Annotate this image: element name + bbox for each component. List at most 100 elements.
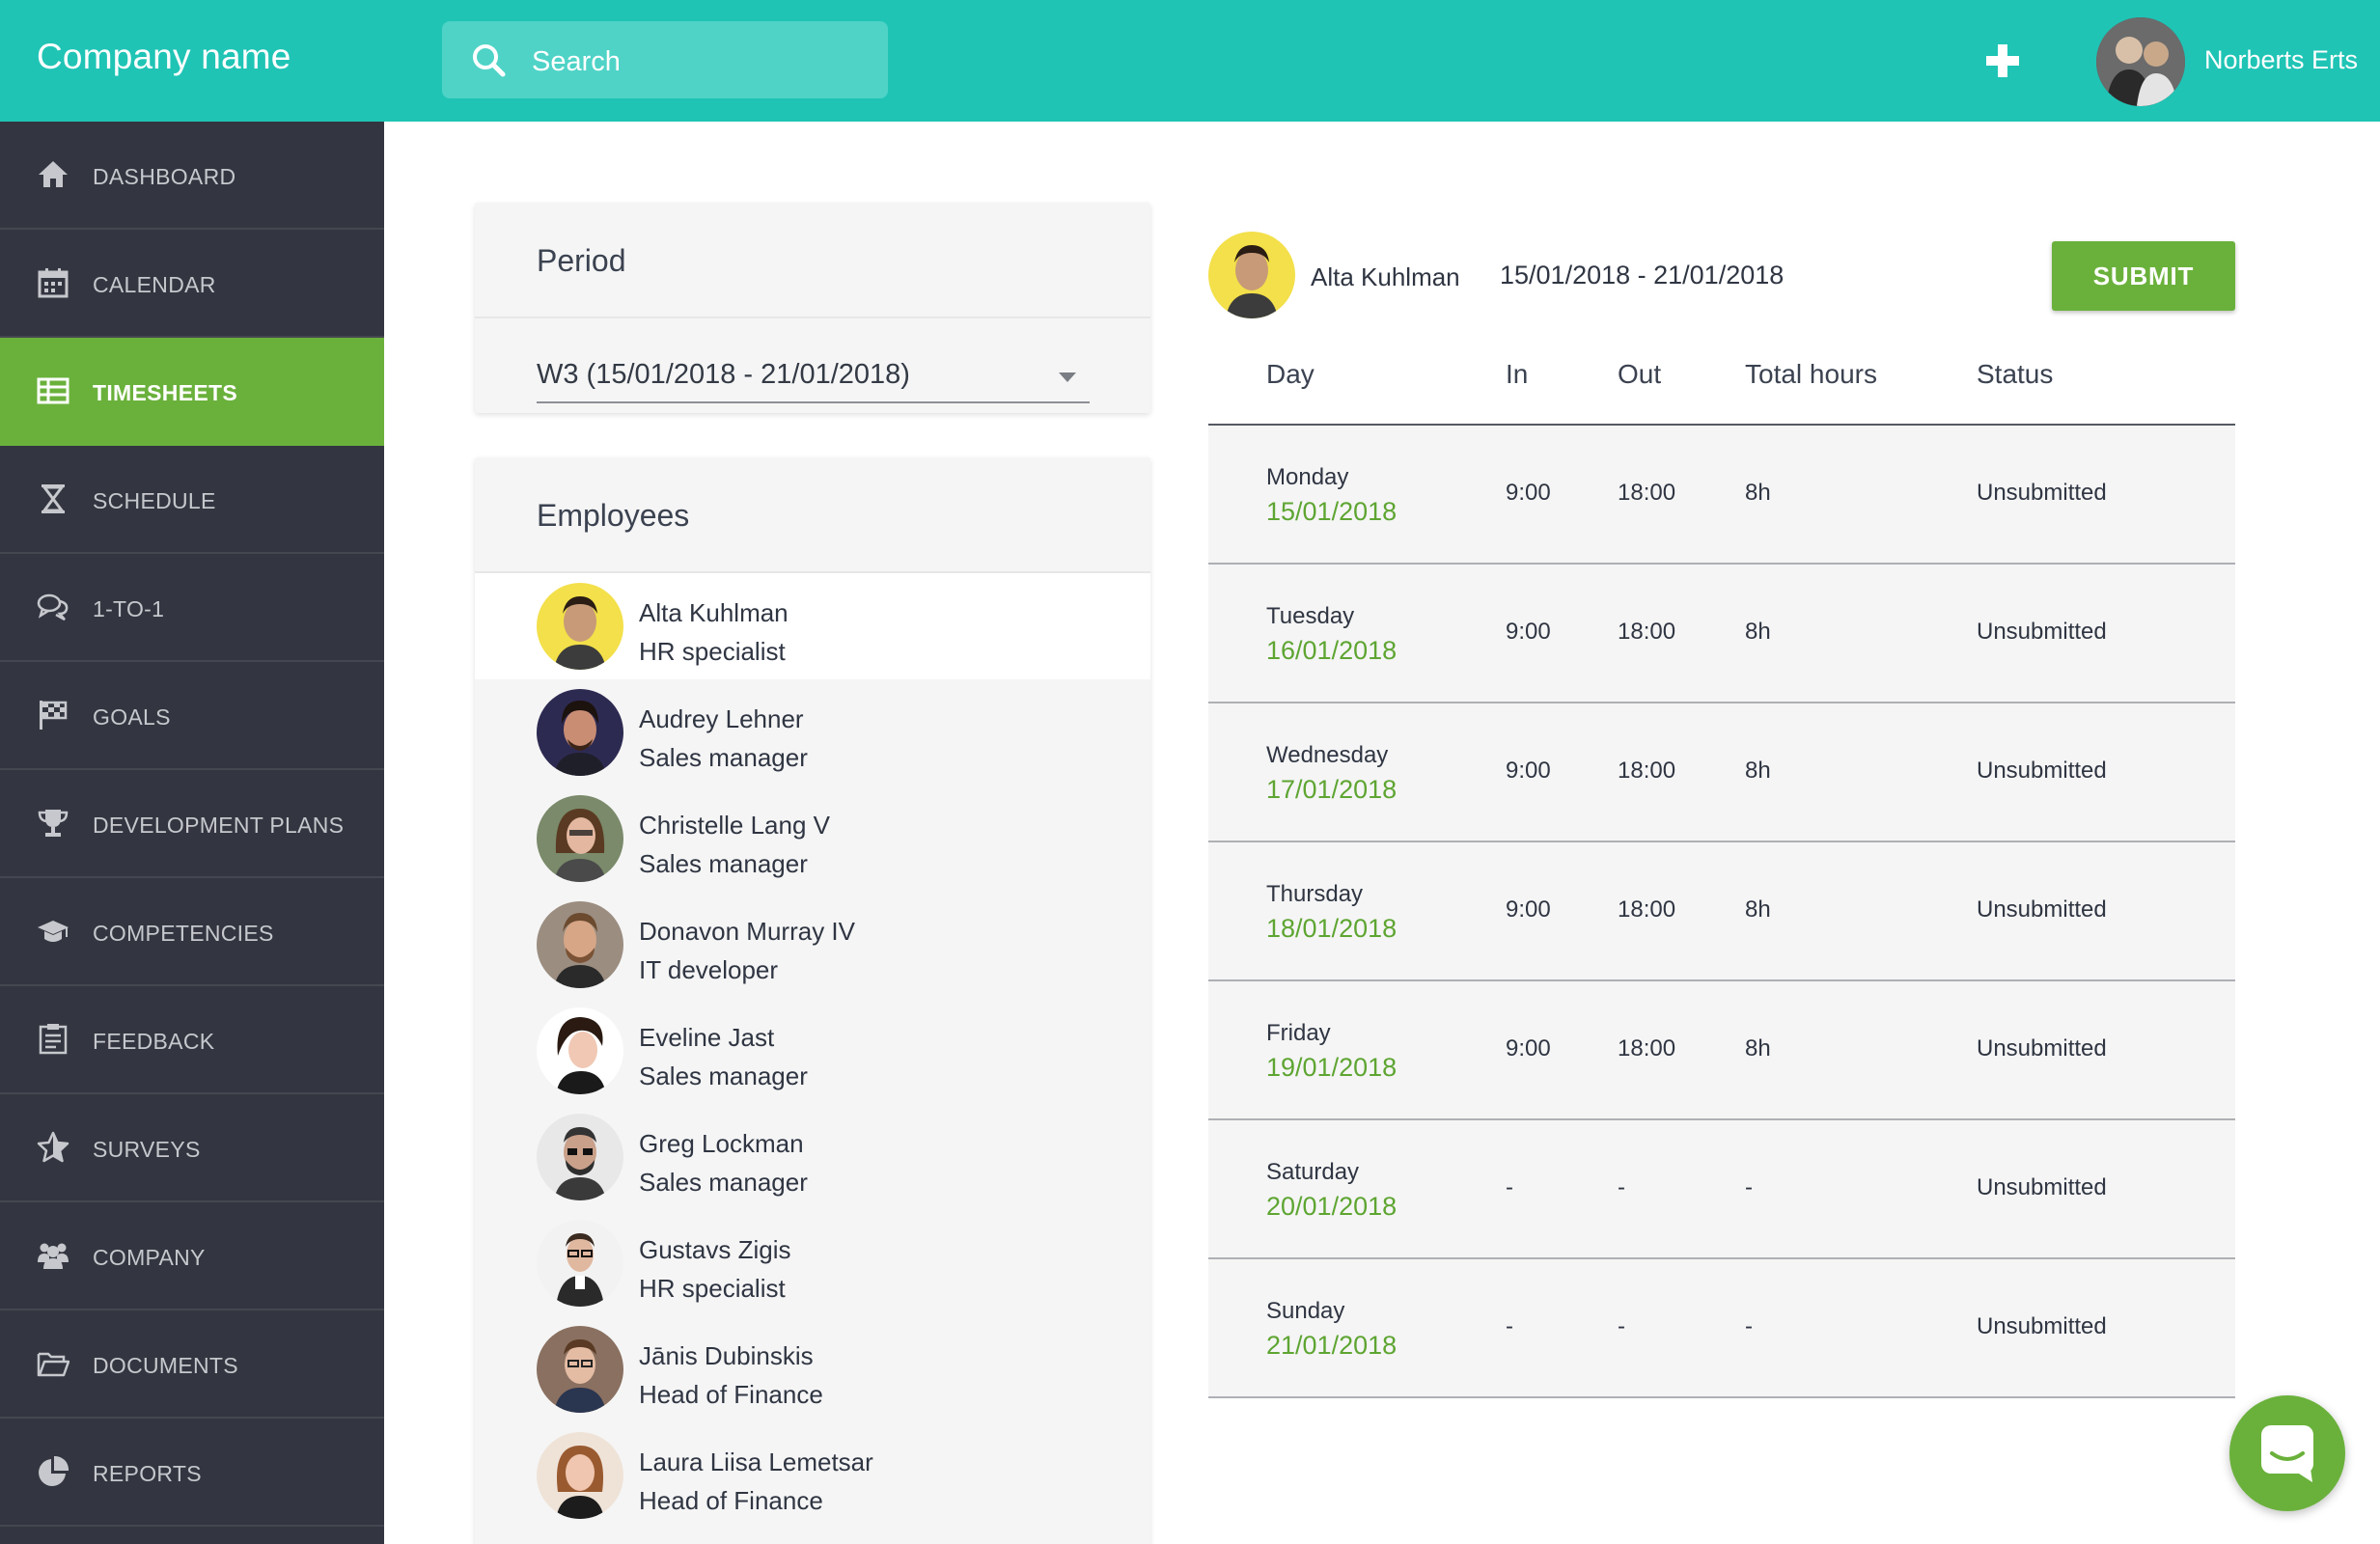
top-bar: Company name Search Norberts Erts [0,0,2380,122]
row-out: 18:00 [1618,758,1676,784]
sidebar-item-development-plans[interactable]: DEVELOPMENT PLANS [0,770,384,878]
table-row[interactable]: Monday 15/01/2018 9:00 18:00 8h Unsubmit… [1208,426,2235,565]
row-status: Unsubmitted [1977,1035,2107,1062]
users-icon [38,1243,69,1269]
employee-item[interactable]: Christelle Lang V Sales manager [475,786,1150,892]
sidebar-item-competencies[interactable]: COMPETENCIES [0,878,384,986]
sidebar-item-label: CALENDAR [93,272,216,297]
sidebar-item-label: FEEDBACK [93,1029,215,1054]
avatar [537,1326,623,1413]
user-name[interactable]: Norberts Erts [2204,45,2358,75]
sidebar-item-dashboard[interactable]: DASHBOARD [0,122,384,230]
row-out: 18:00 [1618,619,1676,645]
employee-name: Eveline Jast [639,1023,775,1052]
employee-name: Laura Liisa Lemetsar [639,1448,873,1476]
employee-name: Audrey Lehner [639,704,804,733]
table-row[interactable]: Friday 19/01/2018 9:00 18:00 8h Unsubmit… [1208,981,2235,1120]
row-date: 15/01/2018 [1266,497,1398,526]
row-in: 9:00 [1506,1035,1551,1062]
column-header-out: Out [1618,359,1662,389]
employees-panel: Employees Alta Kuhlman HR specialist Aud… [475,457,1150,1544]
row-out: 18:00 [1618,896,1676,923]
sidebar: DASHBOARD CALENDAR TIMESHEETS SCHEDULE 1… [0,122,384,1544]
employee-role: Head of Finance [639,1380,823,1409]
company-name[interactable]: Company name [37,37,291,77]
sidebar-item-label: DOCUMENTS [93,1353,238,1378]
table-icon [37,377,69,404]
employee-item[interactable]: Audrey Lehner Sales manager [475,679,1150,786]
row-status: Unsubmitted [1977,480,2107,506]
sidebar-item-reports[interactable]: REPORTS [0,1419,384,1527]
row-status: Unsubmitted [1977,1313,2107,1339]
employee-name: Christelle Lang V [639,811,830,840]
row-in: 9:00 [1506,480,1551,506]
employee-role: Sales manager [639,849,808,878]
row-in: 9:00 [1506,896,1551,923]
avatar [537,583,623,670]
employee-item[interactable]: Alta Kuhlman HR specialist [475,573,1150,679]
sidebar-item-calendar[interactable]: CALENDAR [0,230,384,338]
search-box[interactable]: Search [442,21,888,98]
employee-item[interactable]: Eveline Jast Sales manager [475,998,1150,1104]
table-row[interactable]: Thursday 18/01/2018 9:00 18:00 8h Unsubm… [1208,842,2235,981]
period-panel: Period W3 (15/01/2018 - 21/01/2018) [475,203,1150,413]
table-row[interactable]: Saturday 20/01/2018 - - - Unsubmitted [1208,1120,2235,1259]
sidebar-item-schedule[interactable]: SCHEDULE [0,446,384,554]
row-status: Unsubmitted [1977,896,2107,923]
row-total: 8h [1745,1035,1771,1062]
row-day: Monday [1266,464,1349,490]
chat-icon [2261,1425,2313,1482]
sidebar-item-feedback[interactable]: FEEDBACK [0,986,384,1094]
avatar [537,795,623,882]
pie-chart-icon [39,1455,69,1486]
calendar-icon [38,268,69,298]
column-header-status: Status [1977,359,2054,389]
avatar [537,689,623,776]
employee-role: Sales manager [639,1168,808,1197]
divider [475,317,1150,318]
sidebar-item-goals[interactable]: GOALS [0,662,384,770]
chat-button[interactable] [2229,1395,2345,1511]
employee-item[interactable]: Gustavs Zigis HR specialist [475,1210,1150,1316]
submit-button[interactable]: SUBMIT [2052,241,2235,311]
table-row[interactable]: Tuesday 16/01/2018 9:00 18:00 8h Unsubmi… [1208,565,2235,703]
employee-item[interactable]: Greg Lockman Sales manager [475,1104,1150,1210]
row-total: - [1745,1174,1753,1200]
employee-name: Gustavs Zigis [639,1235,791,1264]
row-status: Unsubmitted [1977,758,2107,784]
employee-role: Sales manager [639,1062,808,1090]
period-select-value: W3 (15/01/2018 - 21/01/2018) [537,359,910,390]
employee-item[interactable]: Jānis Dubinskis Head of Finance [475,1316,1150,1422]
sidebar-item-1-to-1[interactable]: 1-TO-1 [0,554,384,662]
user-avatar[interactable] [2096,17,2185,106]
row-out: 18:00 [1618,480,1676,506]
search-icon [473,44,506,77]
flag-icon [40,701,68,730]
timesheet-employee-name: Alta Kuhlman [1311,262,1460,291]
search-input[interactable]: Search [532,46,621,78]
employee-item[interactable]: Laura Liisa Lemetsar Head of Finance [475,1422,1150,1529]
sidebar-item-timesheets[interactable]: TIMESHEETS [0,338,384,446]
row-date: 16/01/2018 [1266,636,1398,665]
add-icon[interactable] [1982,41,2023,81]
employee-name: Greg Lockman [639,1129,804,1158]
sidebar-item-documents[interactable]: DOCUMENTS [0,1310,384,1419]
row-total: 8h [1745,896,1771,923]
employee-name: Jānis Dubinskis [639,1341,814,1370]
avatar [1208,232,1295,318]
row-day: Tuesday [1266,603,1355,629]
period-select[interactable]: W3 (15/01/2018 - 21/01/2018) [537,351,1090,403]
row-date: 21/01/2018 [1266,1331,1398,1360]
row-status: Unsubmitted [1977,1174,2107,1200]
row-total: 8h [1745,758,1771,784]
sidebar-item-label: 1-TO-1 [93,596,165,621]
table-row[interactable]: Sunday 21/01/2018 - - - Unsubmitted [1208,1259,2235,1398]
sidebar-item-surveys[interactable]: SURVEYS [0,1094,384,1202]
chat-bubbles-icon [37,593,69,621]
sidebar-item-company[interactable]: COMPANY [0,1202,384,1310]
row-total: 8h [1745,480,1771,506]
table-row[interactable]: Wednesday 17/01/2018 9:00 18:00 8h Unsub… [1208,703,2235,842]
employee-item[interactable]: Donavon Murray IV IT developer [475,892,1150,998]
avatar [537,1432,623,1519]
row-out: - [1618,1313,1625,1339]
